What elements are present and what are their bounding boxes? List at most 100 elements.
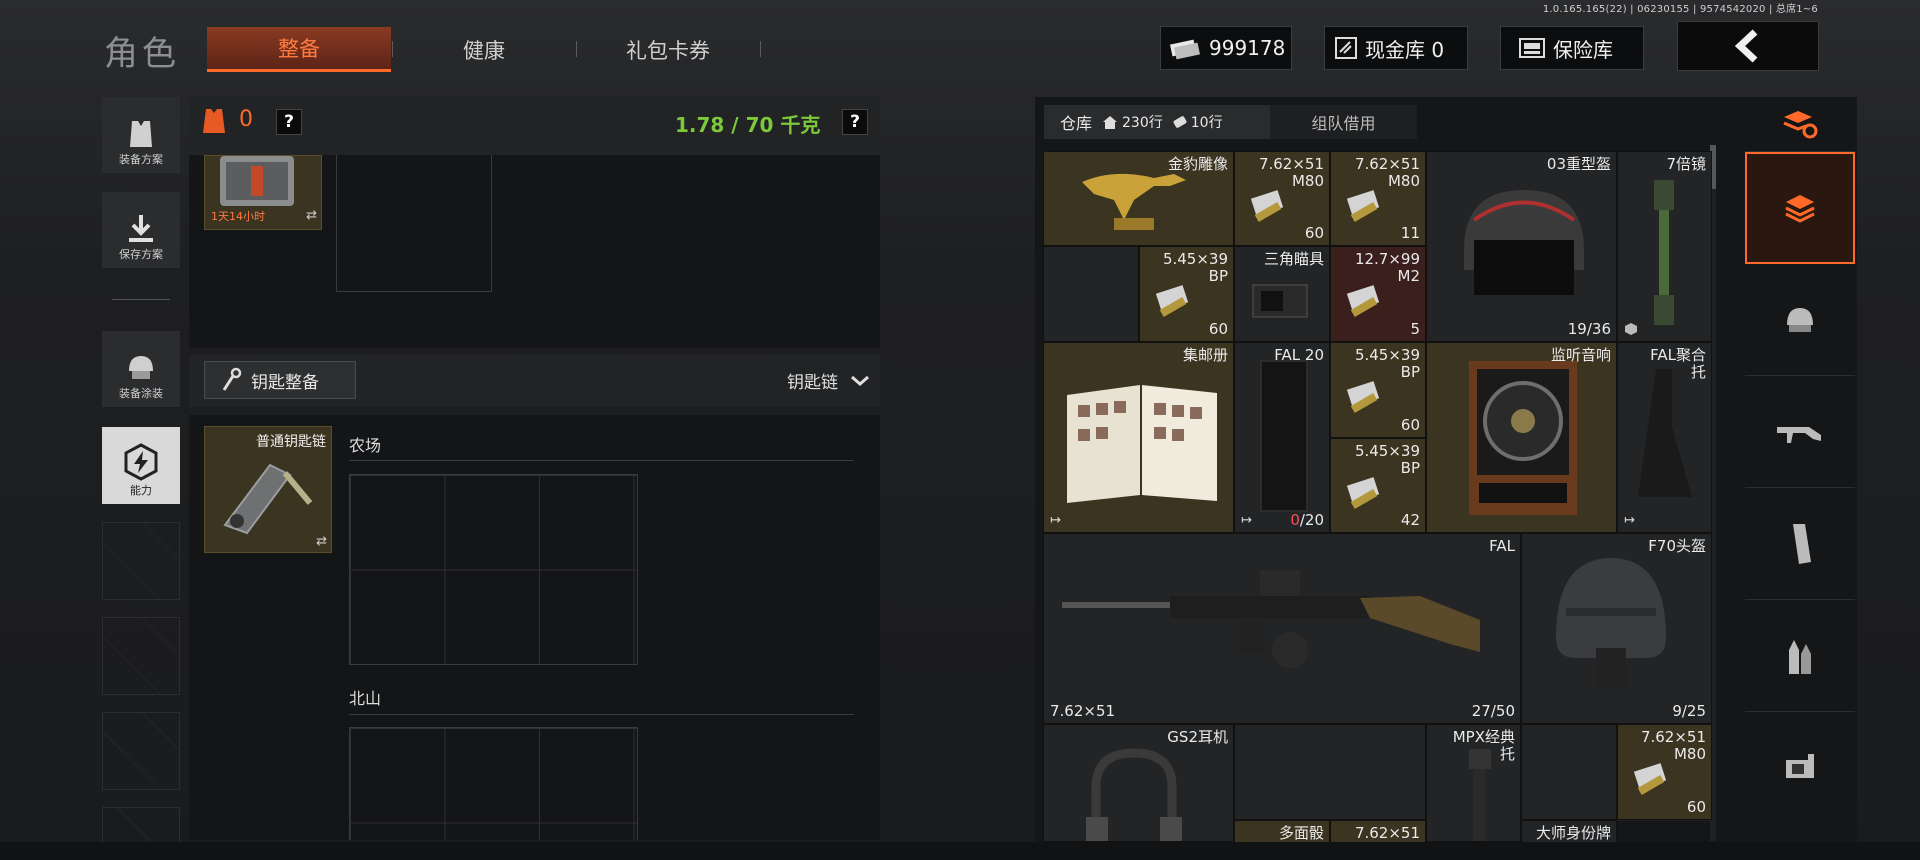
stock-icon (1638, 369, 1692, 497)
tab-warehouse[interactable]: 仓库 230行 10行 (1044, 105, 1270, 139)
nav-label: 装备方案 (119, 153, 163, 166)
item-ammo-762-m80[interactable]: 7.62×51 M80 60 (1617, 724, 1712, 820)
exit-icon: ↦ (1050, 513, 1061, 528)
item-monitor-speaker[interactable]: 监听音响 (1426, 342, 1617, 533)
tab-prepare[interactable]: 整备 (207, 27, 391, 72)
item-name: 7.62×51 M80 (1354, 155, 1420, 190)
box-stack-icon (1785, 195, 1815, 223)
item-name: GS2耳机 (1167, 728, 1228, 746)
category-gear[interactable] (1745, 264, 1855, 376)
item-name: F70头盔 (1648, 537, 1706, 555)
item-name: 7.62×51 (1354, 824, 1420, 842)
empty-cell[interactable] (1521, 724, 1617, 820)
item-fal-rifle[interactable]: FAL 7.62×51 27/50 (1043, 533, 1521, 724)
item-fal-combined-stock[interactable]: FAL聚合托 ↦ (1617, 342, 1712, 533)
warehouse-grid[interactable]: 金豹雕像 7.62×51 M80 60 7.62×51 M80 11 03重型盔… (1043, 151, 1712, 842)
item-triangle-sight[interactable]: 三角瞄具 (1234, 246, 1330, 342)
item-gold-leopard-statue[interactable]: 金豹雕像 (1043, 151, 1234, 246)
category-magazines[interactable] (1745, 488, 1855, 600)
item-name: 金豹雕像 (1167, 155, 1228, 173)
category-attachments[interactable] (1745, 712, 1855, 824)
download-icon (129, 215, 153, 242)
keychain-icon (223, 463, 313, 535)
swap-icon[interactable]: ⇄ (316, 534, 327, 549)
item-master-id-tag[interactable]: 大师身份牌 (1521, 820, 1617, 842)
ammo-box-icon (1346, 477, 1380, 509)
safe-label: 保险库 (1553, 37, 1613, 62)
nav-divider (112, 299, 170, 300)
nav-equipment-skin[interactable]: 装备涂装 (102, 331, 180, 407)
nav-loadout-plan[interactable]: 装备方案 (102, 97, 180, 173)
item-name: 7倍镜 (1666, 155, 1706, 173)
item-name: 12.7×99 M2 (1354, 250, 1420, 285)
nav-save-plan[interactable]: 保存方案 (102, 192, 180, 268)
item-ammo-count: 0/20 (1290, 511, 1324, 529)
keychain-slot[interactable]: 普通钥匙链 ⇄ (204, 426, 332, 553)
item-gs2-headset[interactable]: GS2耳机 (1043, 724, 1234, 842)
back-button[interactable] (1677, 21, 1819, 71)
warehouse-tab-label: 仓库 (1060, 114, 1093, 133)
armor-help-button[interactable]: ? (276, 109, 302, 135)
key-grid-beishan[interactable] (349, 727, 638, 840)
item-ammo-545-bp[interactable]: 5.45×39 BP 60 (1139, 246, 1234, 342)
banknote-icon (1170, 39, 1200, 60)
category-weapons[interactable] (1745, 376, 1855, 488)
item-count: 60 (1304, 224, 1324, 242)
tab-divider (760, 41, 761, 57)
bottom-strip (0, 842, 1920, 860)
item-stamp-album[interactable]: 集邮册 ↦ (1043, 342, 1234, 533)
helmet-icon (129, 356, 153, 379)
sort-button[interactable] (1745, 97, 1855, 152)
category-ammo[interactable] (1745, 600, 1855, 712)
item-7x-scope[interactable]: 7倍镜 (1617, 151, 1712, 342)
ammo-box-icon (1633, 763, 1667, 795)
zone-label-farm: 农场 (349, 436, 382, 455)
item-heavy-helmet-03[interactable]: 03重型盔 19/36 (1426, 151, 1617, 342)
item-count: 5 (1410, 320, 1420, 338)
nav-label: 能力 (130, 484, 152, 497)
item-ammo-545-bp[interactable]: 5.45×39 BP 42 (1330, 438, 1426, 533)
item-ammo-762[interactable]: 7.62×51 (1330, 820, 1426, 842)
zone-divider (349, 714, 854, 715)
nav-empty-slot (102, 712, 180, 790)
secure-case-icon (220, 156, 294, 206)
item-name: 监听音响 (1550, 346, 1611, 364)
item-polyhedral-dice[interactable]: 多面骰 (1234, 820, 1330, 842)
item-name: FAL聚合托 (1650, 346, 1706, 381)
nav-ability[interactable]: 能力 (102, 427, 180, 504)
weight-help-button[interactable]: ? (842, 109, 868, 135)
item-name: 三角瞄具 (1263, 250, 1324, 268)
item-f70-helmet[interactable]: F70头盔 9/25 (1521, 533, 1712, 724)
vest-icon (130, 121, 152, 147)
keychain-selector[interactable]: 钥匙链 (787, 368, 870, 393)
coin-balance: 999178 (1160, 26, 1292, 70)
cash-vault-button[interactable]: 现金库 0 (1324, 26, 1468, 70)
headset-icon (1086, 748, 1182, 841)
helmet-icon (1556, 558, 1666, 688)
tab-gift-coupons[interactable]: 礼包卡券 (576, 27, 760, 72)
swap-icon[interactable]: ⇄ (306, 208, 317, 223)
category-all[interactable] (1745, 152, 1855, 264)
nav-empty-slot (102, 617, 180, 695)
chevron-down-icon (851, 375, 869, 386)
item-name: 7.62×51 M80 (1640, 728, 1706, 763)
item-ammo-545-bp[interactable]: 5.45×39 BP 60 (1330, 342, 1426, 438)
secure-case-slot[interactable]: 1天14小时 ⇄ (204, 155, 322, 230)
item-ammo-127-m2[interactable]: 12.7×99 M2 5 (1330, 246, 1426, 342)
empty-cell[interactable] (1234, 724, 1426, 820)
key-grid-farm[interactable] (349, 474, 638, 665)
safe-button[interactable]: 保险库 (1500, 26, 1644, 70)
item-fal-20-magazine[interactable]: FAL 20 ↦ 0/20 (1234, 342, 1330, 533)
item-mpx-classic-stock[interactable]: MPX经典托 (1426, 724, 1521, 842)
backpack-grid[interactable] (336, 155, 492, 292)
key-loadout-button[interactable]: 钥匙整备 (204, 361, 356, 399)
exit-icon: ↦ (1241, 513, 1252, 528)
item-name: 5.45×39 BP (1354, 442, 1420, 477)
item-ammo-762-m80[interactable]: 7.62×51 M80 60 (1234, 151, 1330, 246)
tab-health[interactable]: 健康 (392, 27, 576, 72)
cash-vault-label: 现金库 0 (1365, 37, 1445, 62)
tab-team-borrow[interactable]: 组队借用 (1270, 105, 1417, 139)
empty-cell[interactable] (1043, 246, 1139, 342)
item-ammo-762-m80[interactable]: 7.62×51 M80 11 (1330, 151, 1426, 246)
backpack-panel: 1天14小时 ⇄ (189, 155, 880, 348)
